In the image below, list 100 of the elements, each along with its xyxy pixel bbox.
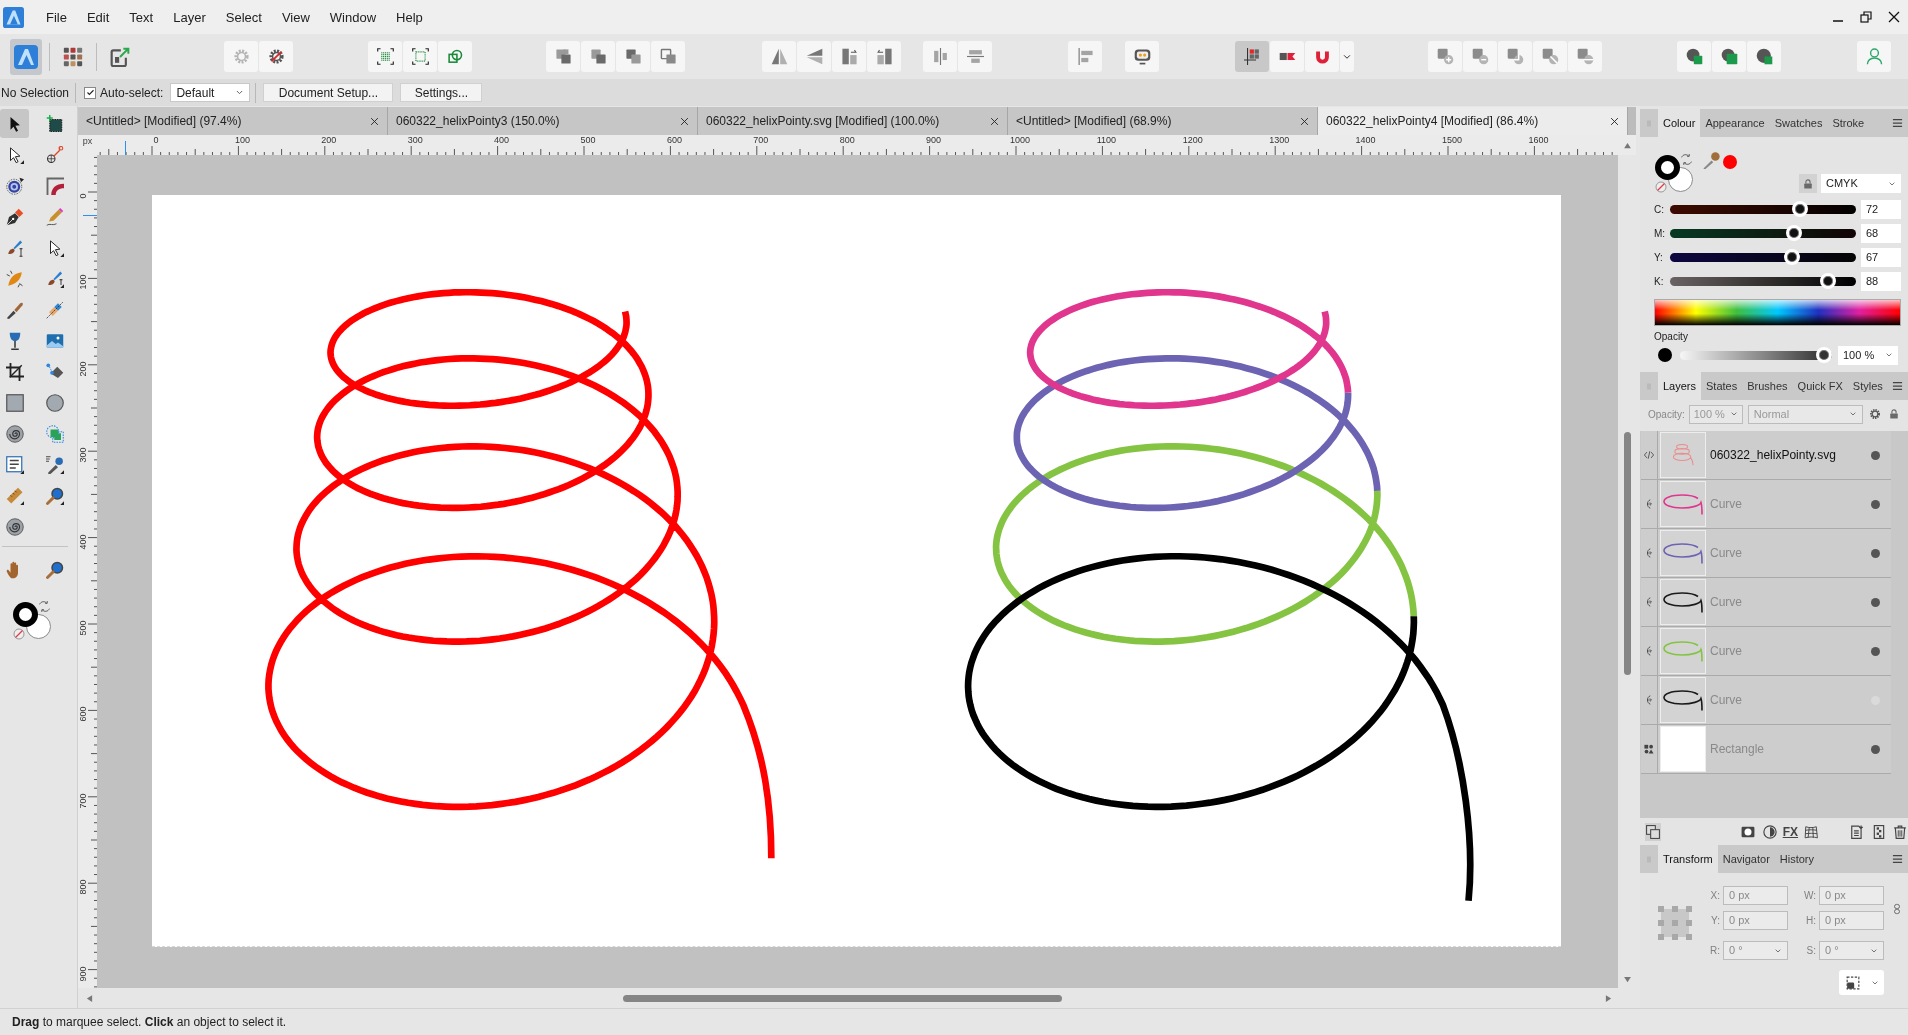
stroke-swatch-icon[interactable] [1655,155,1680,180]
snapping-grid-icon[interactable] [1243,48,1261,65]
lock-button[interactable] [1799,174,1817,193]
tool-button[interactable] [0,109,29,138]
swap-arrows-icon[interactable] [1680,153,1693,166]
curved-corner-icon[interactable] [45,176,64,195]
panel-tab[interactable]: Quick FX [1792,372,1848,400]
toolbar-button[interactable] [762,41,796,72]
stacked-squares-icon[interactable] [589,48,607,65]
ruler-icon[interactable] [5,486,24,505]
spectrum-picker[interactable] [1654,299,1901,326]
transform-point-icon[interactable] [45,145,64,164]
slider-track[interactable] [1670,249,1856,265]
toolbar-button[interactable] [867,41,901,72]
close-icon[interactable] [1300,116,1309,126]
opacity-dropdown[interactable]: 100 % [1838,345,1898,365]
toolbar-button[interactable] [1677,41,1711,72]
panel-tab[interactable]: Styles [1847,372,1888,400]
magnifier-icon[interactable] [45,486,64,505]
lock-icon[interactable] [1889,408,1899,420]
menu-item[interactable]: View [281,10,310,24]
toolbar-button[interactable] [1235,41,1269,72]
align-center-icon[interactable] [931,48,949,65]
close-icon[interactable] [990,116,999,126]
rotate-left-icon[interactable] [840,48,858,65]
app-logo-icon[interactable] [3,6,24,28]
user-icon[interactable] [1865,48,1883,65]
restore-icon[interactable] [1860,11,1872,23]
menu-item[interactable]: Help [396,10,423,24]
paintbrush-icon[interactable] [45,269,64,288]
flip-horizontal-icon[interactable] [770,48,788,65]
menu-item[interactable]: Window [329,10,377,24]
scroll-down-icon[interactable] [1622,975,1632,984]
toolbar-button[interactable] [1428,41,1462,72]
panel-tab[interactable]: States [1701,372,1743,400]
pencil-icon[interactable] [45,207,64,226]
menu-icon[interactable] [1892,854,1903,864]
align-middle-icon[interactable] [966,48,984,65]
toolbar-button[interactable] [616,41,650,72]
divide-shapes-icon[interactable] [1576,48,1594,65]
square-icon[interactable] [5,393,24,412]
document-tab[interactable]: 060322_helixPointy.svg [Modified] (100.0%) [698,107,1008,135]
toolbar-button[interactable] [1463,41,1497,72]
menu-item[interactable]: Select [225,10,262,24]
slider-thumb[interactable] [1792,201,1809,217]
scrollbar-thumb[interactable] [1623,432,1631,675]
menu-item[interactable]: Layer [173,10,206,24]
menu-item[interactable]: Edit [86,10,110,24]
panel-tab[interactable]: Layers [1658,372,1702,400]
panel-tab[interactable]: History [1774,845,1820,873]
toolbar-button[interactable] [1712,41,1746,72]
scroll-right-icon[interactable] [1604,993,1613,1003]
rotate-right-icon[interactable] [875,48,893,65]
close-icon[interactable] [680,116,689,126]
diagonal-tiles-icon[interactable] [45,300,64,319]
shape-builder-icon[interactable] [45,424,64,443]
panel-tab[interactable]: Appearance [1700,109,1770,137]
value-field[interactable]: 88 [1861,271,1901,291]
circle-icon[interactable] [45,393,64,412]
concentric-rings-icon[interactable] [5,176,24,195]
scrollbar-thumb[interactable] [623,994,1062,1002]
toolbar-button[interactable] [1305,41,1339,72]
chevron-down-icon[interactable] [235,88,245,97]
circle-square-icon[interactable] [1720,48,1738,65]
eyedropper-icon[interactable] [1703,152,1720,169]
paint-bucket-icon[interactable] [45,362,64,381]
none-swatch-icon[interactable] [13,628,25,640]
magnifier-icon[interactable] [45,560,64,579]
gear-icon[interactable] [1868,408,1881,420]
panel-tab[interactable]: Brushes [1742,372,1793,400]
toolbar-button[interactable] [797,41,831,72]
flip-vertical-icon[interactable] [805,48,823,65]
document-tab[interactable]: <Untitled> [Modified] (97.4%) [78,107,388,135]
value-field[interactable]: 68 [1861,223,1901,243]
dotted-square-icon[interactable] [376,48,394,65]
layer-row[interactable]: 060322_helixPointy.svg [1641,431,1891,480]
paintbrush-icon[interactable] [5,238,24,257]
close-icon[interactable] [1888,11,1900,23]
eyedropper-icon[interactable] [45,455,64,474]
overlapping-shapes-icon[interactable] [446,48,464,65]
pen-nib-icon[interactable] [5,207,24,226]
subtract-shapes-icon[interactable] [1471,48,1489,65]
slider-thumb[interactable] [1785,225,1802,241]
knife-icon[interactable] [5,300,24,319]
toolbar-button[interactable] [1747,41,1781,72]
crop-icon[interactable] [5,362,24,381]
spiral-icon[interactable] [5,517,24,536]
stacked-squares-icon[interactable] [624,48,642,65]
lock-icon[interactable] [1803,178,1813,189]
toolbar-button[interactable] [1270,41,1304,72]
slider-track[interactable] [1670,273,1856,289]
toolbar-button[interactable] [1498,41,1532,72]
toolbar-button[interactable] [1125,41,1159,72]
leaf-icon[interactable] [5,269,24,288]
artboard-icon[interactable] [45,114,64,133]
designer-logo-icon[interactable] [14,44,38,69]
toolbar-button[interactable] [1568,41,1602,72]
model-dropdown[interactable]: CMYK [1821,174,1901,193]
dotted-square-icon[interactable] [411,48,429,65]
slider-track[interactable] [1670,201,1856,217]
